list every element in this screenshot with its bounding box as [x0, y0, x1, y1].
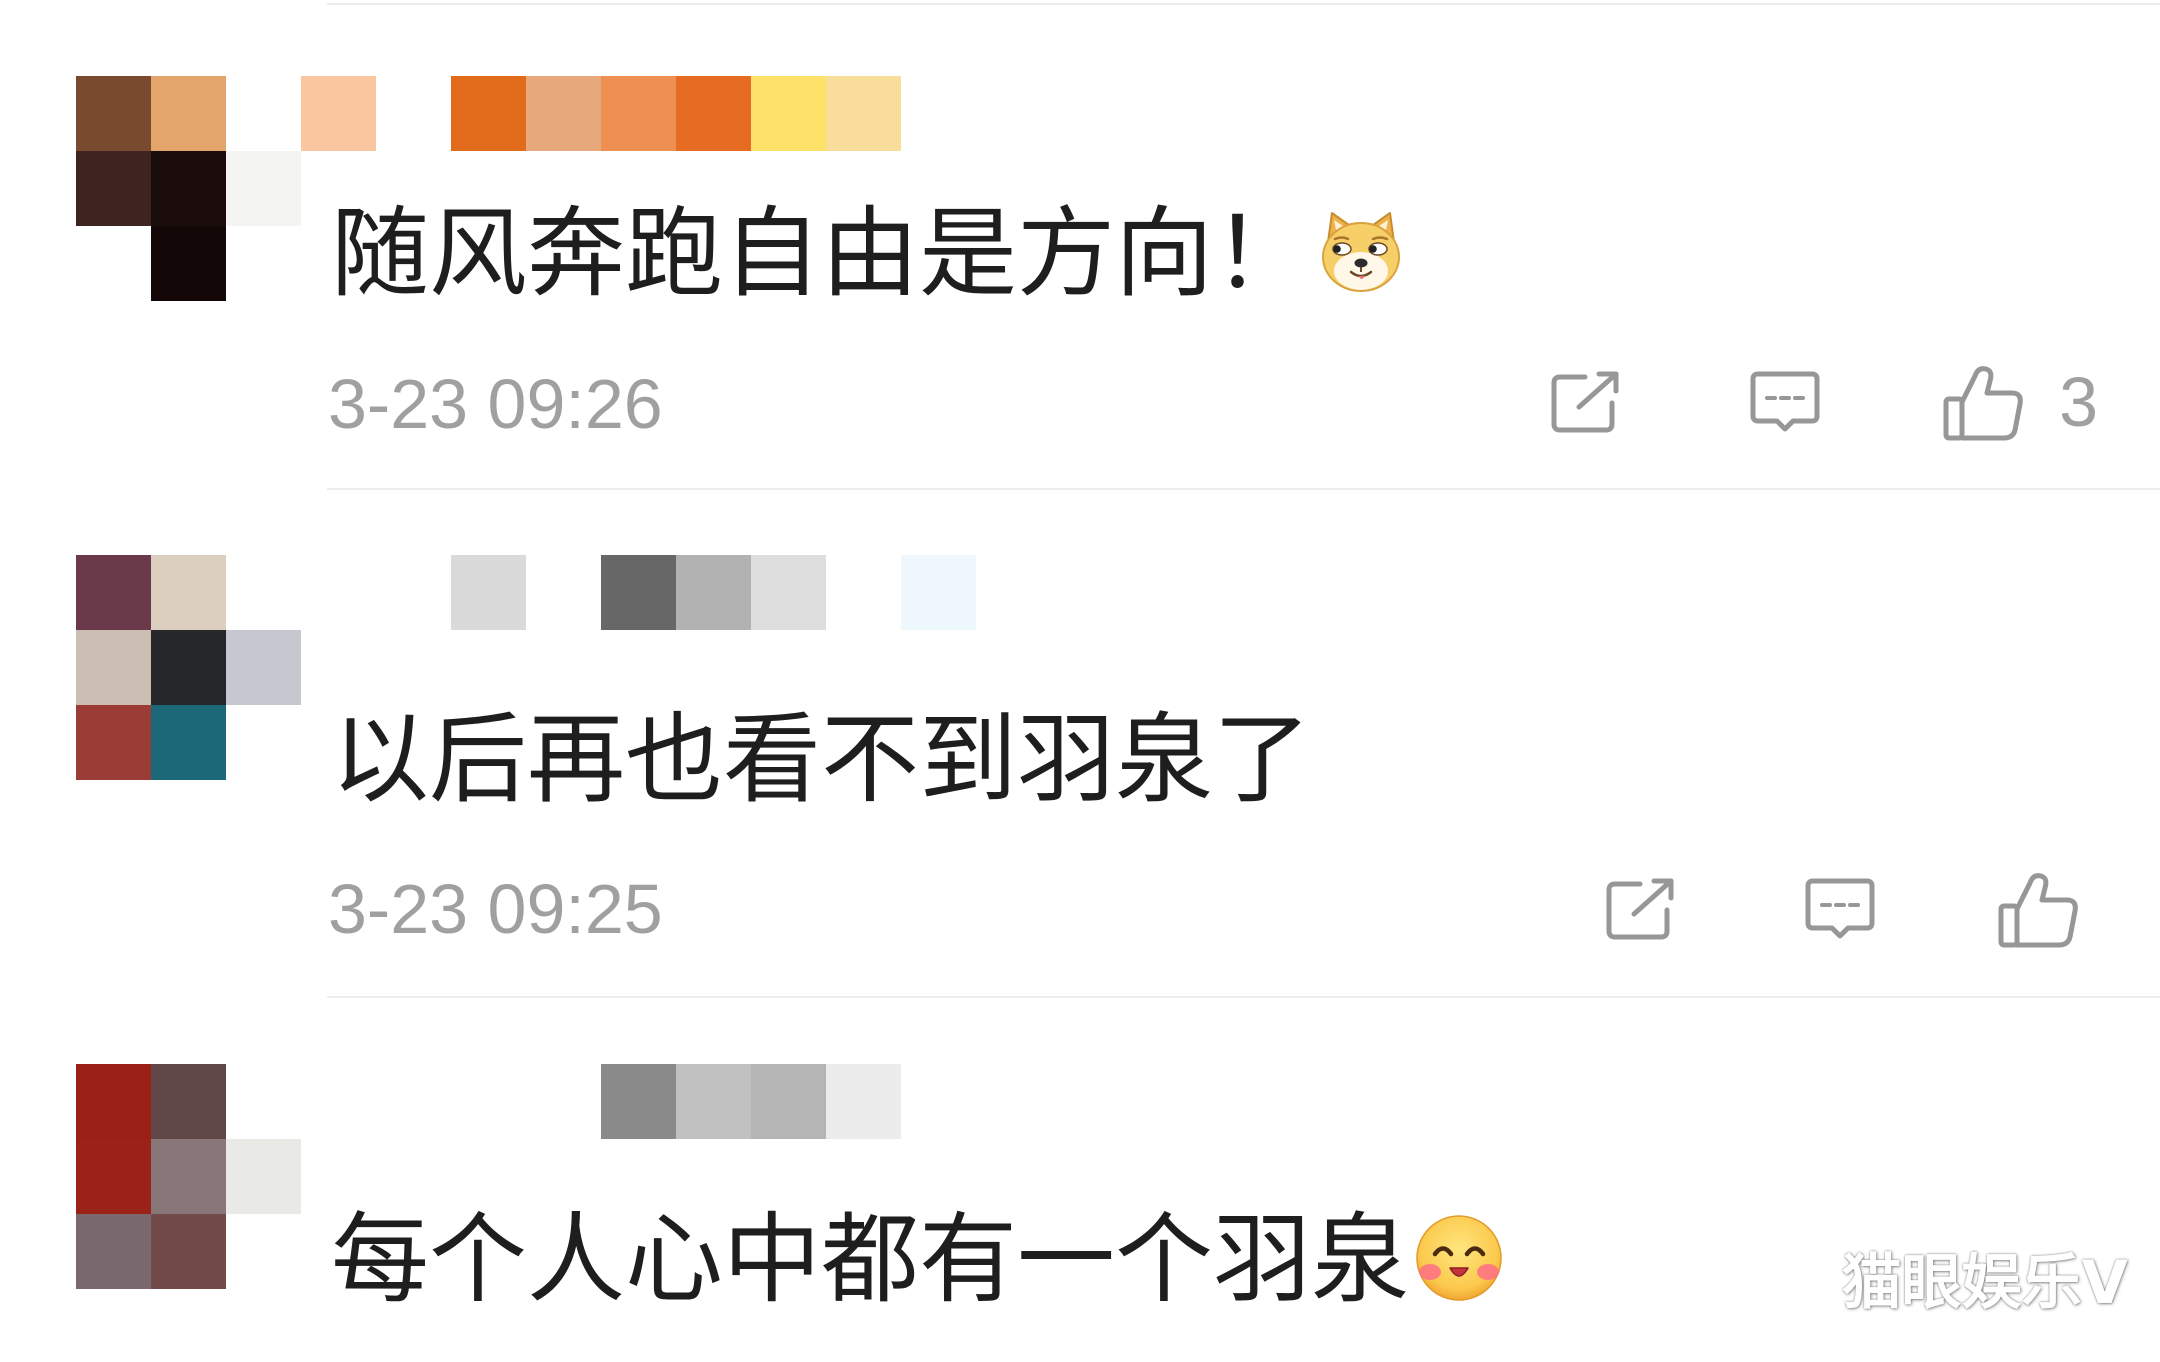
share-button[interactable] — [1604, 876, 1677, 942]
username-mosaic-block — [826, 76, 901, 151]
share-icon — [1606, 878, 1674, 940]
blush-emoji-icon — [1416, 1215, 1502, 1301]
avatar-mosaic-block — [151, 555, 226, 630]
username-mosaic-block — [526, 76, 601, 151]
like-button[interactable] — [1997, 869, 2080, 949]
avatar-mosaic-block — [76, 76, 151, 151]
comment-body: 随风奔跑自由是方向！ — [331, 205, 1407, 303]
watermark: 猫眼娱乐V — [1841, 1248, 2128, 1318]
username-mosaic-block — [451, 555, 526, 630]
divider — [327, 996, 2160, 998]
avatar-mosaic-block — [76, 151, 151, 226]
thumbs-up-icon — [1998, 873, 2078, 948]
comment-actions: 3 — [1549, 360, 2098, 444]
username-mosaic-block — [676, 1064, 751, 1139]
divider — [327, 488, 2160, 490]
share-button[interactable] — [1549, 369, 1622, 435]
comment-body: 以后再也看不到羽泉了 — [331, 711, 1311, 809]
username-mosaic-block — [601, 1064, 676, 1139]
username-mosaic-block — [751, 76, 826, 151]
username-mosaic-block — [826, 1064, 901, 1139]
doge-emoji-icon — [1315, 206, 1407, 298]
username-mosaic-block — [601, 555, 676, 630]
username-mosaic-block — [451, 76, 526, 151]
like-count: 3 — [2059, 363, 2098, 441]
avatar-mosaic-block — [76, 705, 151, 780]
avatar-mosaic-block — [76, 630, 151, 705]
avatar-mosaic-block — [151, 630, 226, 705]
avatar-mosaic-block — [151, 151, 226, 226]
comment-list: 随风奔跑自由是方向！ 3-23 09:26 3 以后再也看不到羽泉了 3-23 … — [0, 0, 2160, 1362]
username-mosaic-block — [901, 555, 976, 630]
thumbs-up-icon — [1943, 366, 2023, 441]
reply-button[interactable] — [1804, 876, 1876, 942]
avatar-mosaic-block — [151, 226, 226, 301]
comment-timestamp: 3-23 09:25 — [328, 870, 663, 948]
username-mosaic-block — [751, 1064, 826, 1139]
avatar-mosaic-block — [76, 555, 151, 630]
username-mosaic-block — [601, 76, 676, 151]
doge-emoji-icon — [1322, 212, 1401, 292]
like-button[interactable]: 3 — [1942, 362, 2098, 442]
username-mosaic-block — [751, 555, 826, 630]
blush-emoji-icon — [1413, 1212, 1505, 1304]
avatar-mosaic-block — [151, 1139, 226, 1214]
avatar-mosaic-block — [226, 1139, 301, 1214]
username-mosaic-block — [676, 555, 751, 630]
comment-actions — [1604, 867, 2080, 951]
comment-text: 以后再也看不到羽泉了 — [331, 703, 1312, 817]
avatar-mosaic-block — [151, 1214, 226, 1289]
avatar-mosaic-block — [76, 1214, 151, 1289]
comment-icon — [1750, 371, 1820, 432]
avatar-mosaic-block — [226, 630, 301, 705]
comment-text: 每个人心中都有一个羽泉 — [331, 1203, 1410, 1317]
comment-text: 随风奔跑自由是方向！ — [331, 197, 1312, 311]
avatar-mosaic-block — [151, 705, 226, 780]
username-mosaic-block — [301, 76, 376, 151]
comment-timestamp: 3-23 09:26 — [328, 365, 663, 443]
avatar-mosaic-block — [226, 151, 301, 226]
avatar-mosaic-block — [151, 1064, 226, 1139]
avatar-mosaic-block — [76, 1064, 151, 1139]
avatar-mosaic-block — [76, 1139, 151, 1214]
username-mosaic-block — [676, 76, 751, 151]
comment-icon — [1805, 878, 1875, 939]
divider — [327, 3, 2160, 5]
reply-button[interactable] — [1749, 369, 1821, 435]
comment-body: 每个人心中都有一个羽泉 — [331, 1211, 1505, 1309]
share-icon — [1551, 371, 1619, 433]
avatar-mosaic-block — [151, 76, 226, 151]
